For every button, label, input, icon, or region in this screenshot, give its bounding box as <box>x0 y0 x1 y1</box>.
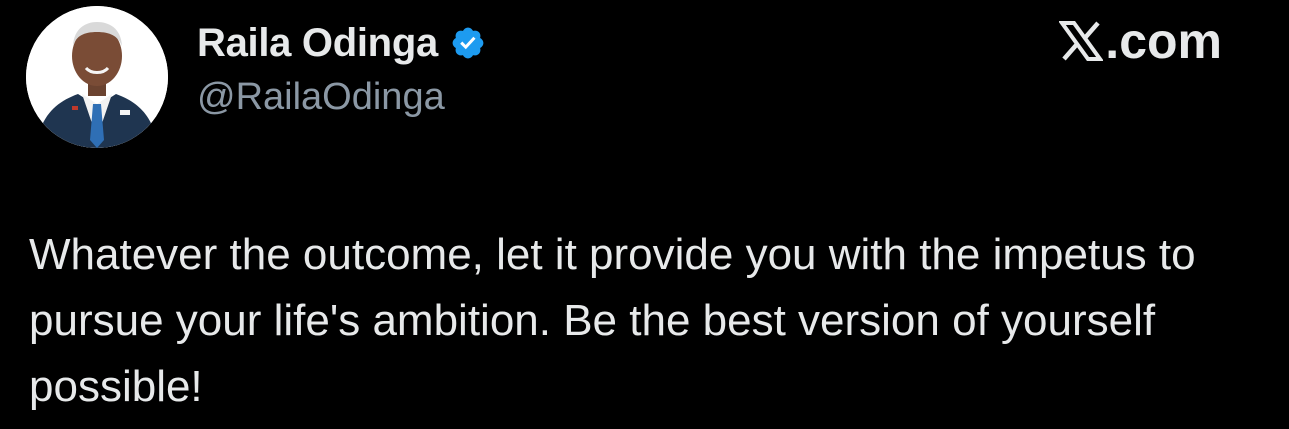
site-domain-suffix: .com <box>1105 13 1222 69</box>
verified-badge-icon <box>452 27 484 59</box>
name-row: Raila Odinga <box>197 10 486 76</box>
x-logo-icon <box>1059 21 1104 61</box>
profile-photo <box>26 6 168 148</box>
avatar[interactable] <box>26 6 168 148</box>
author-identity: Raila Odinga @RailaOdinga <box>197 10 486 119</box>
display-name[interactable]: Raila Odinga <box>197 21 438 66</box>
site-label[interactable]: .com <box>1059 12 1222 70</box>
handle[interactable]: @RailaOdinga <box>197 76 486 119</box>
tweet-text: Whatever the outcome, let it provide you… <box>29 230 1208 411</box>
